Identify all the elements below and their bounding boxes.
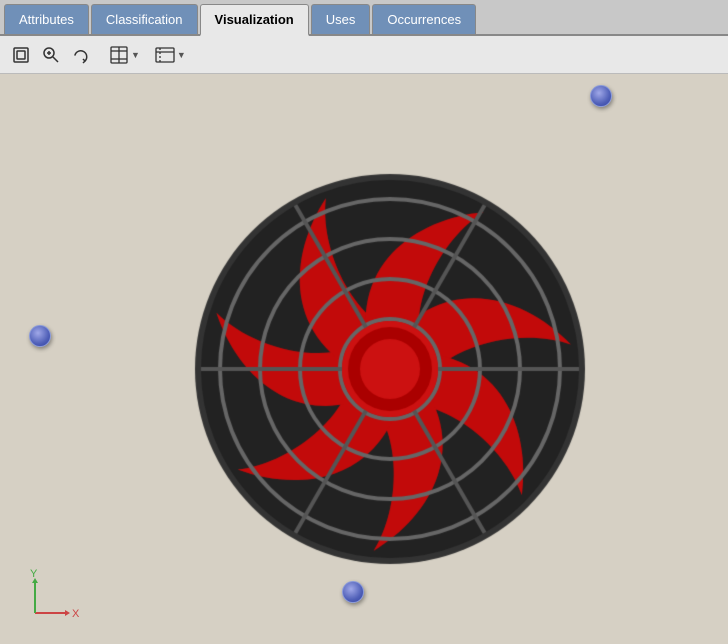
tab-bar: Attributes Classification Visualization … bbox=[0, 0, 728, 36]
handle-top-right[interactable] bbox=[590, 85, 612, 107]
3d-canvas[interactable] bbox=[0, 74, 728, 644]
fit-view-button[interactable] bbox=[8, 42, 34, 68]
zoom-button[interactable] bbox=[38, 42, 64, 68]
toolbar: ▼ ▼ bbox=[0, 36, 728, 74]
viewport[interactable]: X Y bbox=[0, 74, 728, 644]
tab-classification[interactable]: Classification bbox=[91, 4, 198, 34]
display-mode-dropdown[interactable]: ▼ bbox=[108, 44, 140, 66]
tab-occurrences[interactable]: Occurrences bbox=[372, 4, 476, 34]
dropdown-arrow-2-icon: ▼ bbox=[177, 50, 186, 60]
tab-uses[interactable]: Uses bbox=[311, 4, 371, 34]
render-mode-dropdown[interactable]: ▼ bbox=[154, 44, 186, 66]
tab-visualization[interactable]: Visualization bbox=[200, 4, 309, 36]
dropdown-arrow-icon: ▼ bbox=[131, 50, 140, 60]
axis-indicator: X Y bbox=[20, 568, 80, 628]
handle-left[interactable] bbox=[29, 325, 51, 347]
svg-text:X: X bbox=[72, 608, 80, 620]
rotate-button[interactable] bbox=[68, 42, 94, 68]
tab-attributes[interactable]: Attributes bbox=[4, 4, 89, 34]
svg-text:Y: Y bbox=[30, 568, 38, 580]
